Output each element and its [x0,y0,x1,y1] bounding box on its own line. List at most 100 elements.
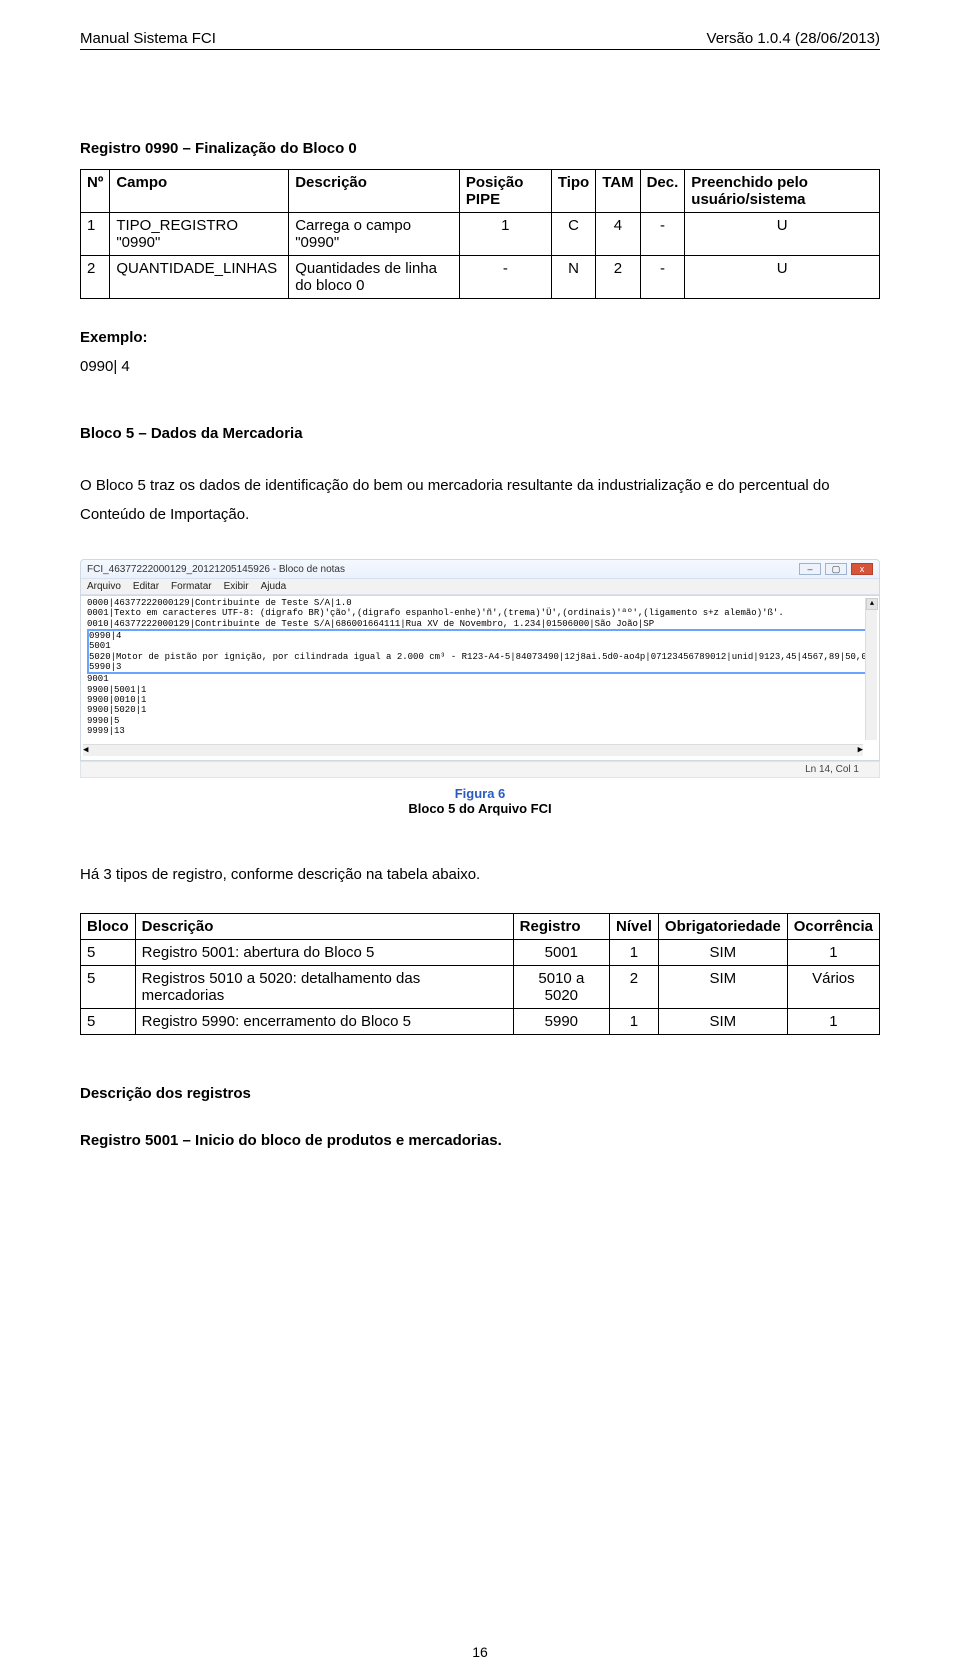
notepad-statusbar: Ln 14, Col 1 [80,761,880,778]
cell-posicao: - [459,256,551,299]
cell-ocor: Vários [787,966,879,1009]
notepad-body: 0000|46377222000129|Contribuinte de Test… [80,596,880,761]
bloco5-description: O Bloco 5 traz os dados de identificação… [80,472,880,529]
cursor-position: Ln 14, Col 1 [805,764,859,775]
section-title-registro-0990: Registro 0990 – Finalização do Bloco 0 [80,140,880,157]
menu-arquivo[interactable]: Arquivo [87,581,121,592]
notepad-title: FCI_46377222000129_20121205145926 - Bloc… [87,564,345,575]
notepad-line: 0000|46377222000129|Contribuinte de Test… [87,598,873,608]
table-row: 2 QUANTIDADE_LINHAS Quantidades de linha… [81,256,880,299]
figure-caption: Figura 6 Bloco 5 do Arquivo FCI [80,786,880,816]
table-header-row: Nº Campo Descrição Posição PIPE Tipo TAM… [81,170,880,213]
th-descricao: Descrição [289,170,460,213]
cell-campo: QUANTIDADE_LINHAS [110,256,289,299]
th-obrigatoriedade: Obrigatoriedade [658,914,787,940]
exemplo-label: Exemplo: [80,329,880,346]
th-registro: Registro [513,914,609,940]
scroll-right-icon[interactable]: ▶ [858,745,863,756]
cell-obrig: SIM [658,966,787,1009]
scroll-left-icon[interactable]: ◀ [83,745,88,756]
page-header: Manual Sistema FCI Versão 1.0.4 (28/06/2… [80,30,880,50]
close-icon[interactable]: x [851,563,873,575]
table-registro-0990: Nº Campo Descrição Posição PIPE Tipo TAM… [80,169,880,299]
cell-registro: 5001 [513,940,609,966]
notepad-line: 0010|46377222000129|Contribuinte de Test… [87,619,873,629]
bloco5-title: Bloco 5 – Dados da Mercadoria [80,425,880,442]
th-descricao: Descrição [135,914,513,940]
cell-posicao: 1 [459,213,551,256]
figure-text: Bloco 5 do Arquivo FCI [408,801,551,816]
notepad-line: 5020|Motor de pistão por ignição, por ci… [87,652,873,662]
notepad-line: 9900|5020|1 [87,705,873,715]
cell-obrig: SIM [658,940,787,966]
cell-obrig: SIM [658,1009,787,1035]
cell-descricao: Registro 5990: encerramento do Bloco 5 [135,1009,513,1035]
notepad-line: 9900|0010|1 [87,695,873,705]
notepad-line: 0001|Texto em caracteres UTF-8: (digrafo… [87,608,873,618]
header-left: Manual Sistema FCI [80,30,216,47]
cell-tam: 4 [596,213,640,256]
th-nivel: Nível [610,914,659,940]
cell-nivel: 2 [610,966,659,1009]
table-tipos-registro: Bloco Descrição Registro Nível Obrigator… [80,913,880,1035]
cell-ocor: 1 [787,1009,879,1035]
cell-tam: 2 [596,256,640,299]
cell-registro: 5990 [513,1009,609,1035]
cell-descricao: Registro 5001: abertura do Bloco 5 [135,940,513,966]
cell-tipo: N [551,256,595,299]
notepad-titlebar: FCI_46377222000129_20121205145926 - Bloc… [81,560,879,578]
notepad-line: 5001 [87,641,873,651]
table-row: 5 Registros 5010 a 5020: detalhamento da… [81,966,880,1009]
scrollbar-horizontal[interactable]: ◀ ▶ [83,744,863,756]
figure-number: Figura 6 [80,786,880,801]
cell-tipo: C [551,213,595,256]
notepad-menubar: Arquivo Editar Formatar Exibir Ajuda [81,578,879,595]
minimize-icon[interactable]: – [799,563,821,575]
notepad-line: 5990|3 [87,662,873,674]
menu-ajuda[interactable]: Ajuda [261,581,287,592]
notepad-line: 9990|5 [87,716,873,726]
th-ocorrencia: Ocorrência [787,914,879,940]
cell-campo: TIPO_REGISTRO "0990" [110,213,289,256]
cell-dec: - [640,213,685,256]
cell-registro: 5010 a 5020 [513,966,609,1009]
window-buttons: – ▢ x [799,563,873,575]
page-number: 16 [0,1644,960,1660]
table-row: 1 TIPO_REGISTRO "0990" Carrega o campo "… [81,213,880,256]
cell-preenchido: U [685,213,880,256]
cell-preenchido: U [685,256,880,299]
tres-tipos-text: Há 3 tipos de registro, conforme descriç… [80,866,880,883]
cell-nivel: 1 [610,1009,659,1035]
th-tipo: Tipo [551,170,595,213]
maximize-icon[interactable]: ▢ [825,563,847,575]
th-preenchido: Preenchido pelo usuário/sistema [685,170,880,213]
menu-formatar[interactable]: Formatar [171,581,212,592]
cell-bloco: 5 [81,940,136,966]
scrollbar-vertical[interactable]: ▲ [865,598,877,740]
scroll-up-icon[interactable]: ▲ [866,598,878,610]
notepad-line: 9001 [87,674,873,684]
table-row: 5 Registro 5001: abertura do Bloco 5 500… [81,940,880,966]
menu-editar[interactable]: Editar [133,581,159,592]
table-header-row: Bloco Descrição Registro Nível Obrigator… [81,914,880,940]
descricao-dos-registros-title: Descrição dos registros [80,1085,880,1102]
notepad-window: FCI_46377222000129_20121205145926 - Bloc… [80,559,880,778]
th-bloco: Bloco [81,914,136,940]
cell-no: 2 [81,256,110,299]
notepad-line: 0990|4 [87,629,873,641]
notepad-line: 9900|5001|1 [87,685,873,695]
cell-ocor: 1 [787,940,879,966]
exemplo-value: 0990| 4 [80,358,880,375]
cell-descricao: Registros 5010 a 5020: detalhamento das … [135,966,513,1009]
menu-exibir[interactable]: Exibir [224,581,249,592]
th-posicao-pipe: Posição PIPE [459,170,551,213]
cell-descricao: Quantidades de linha do bloco 0 [289,256,460,299]
cell-no: 1 [81,213,110,256]
header-right: Versão 1.0.4 (28/06/2013) [707,30,880,47]
cell-nivel: 1 [610,940,659,966]
th-no: Nº [81,170,110,213]
cell-dec: - [640,256,685,299]
notepad-line: 9999|13 [87,726,873,736]
registro-5001-title: Registro 5001 – Inicio do bloco de produ… [80,1132,880,1149]
th-campo: Campo [110,170,289,213]
